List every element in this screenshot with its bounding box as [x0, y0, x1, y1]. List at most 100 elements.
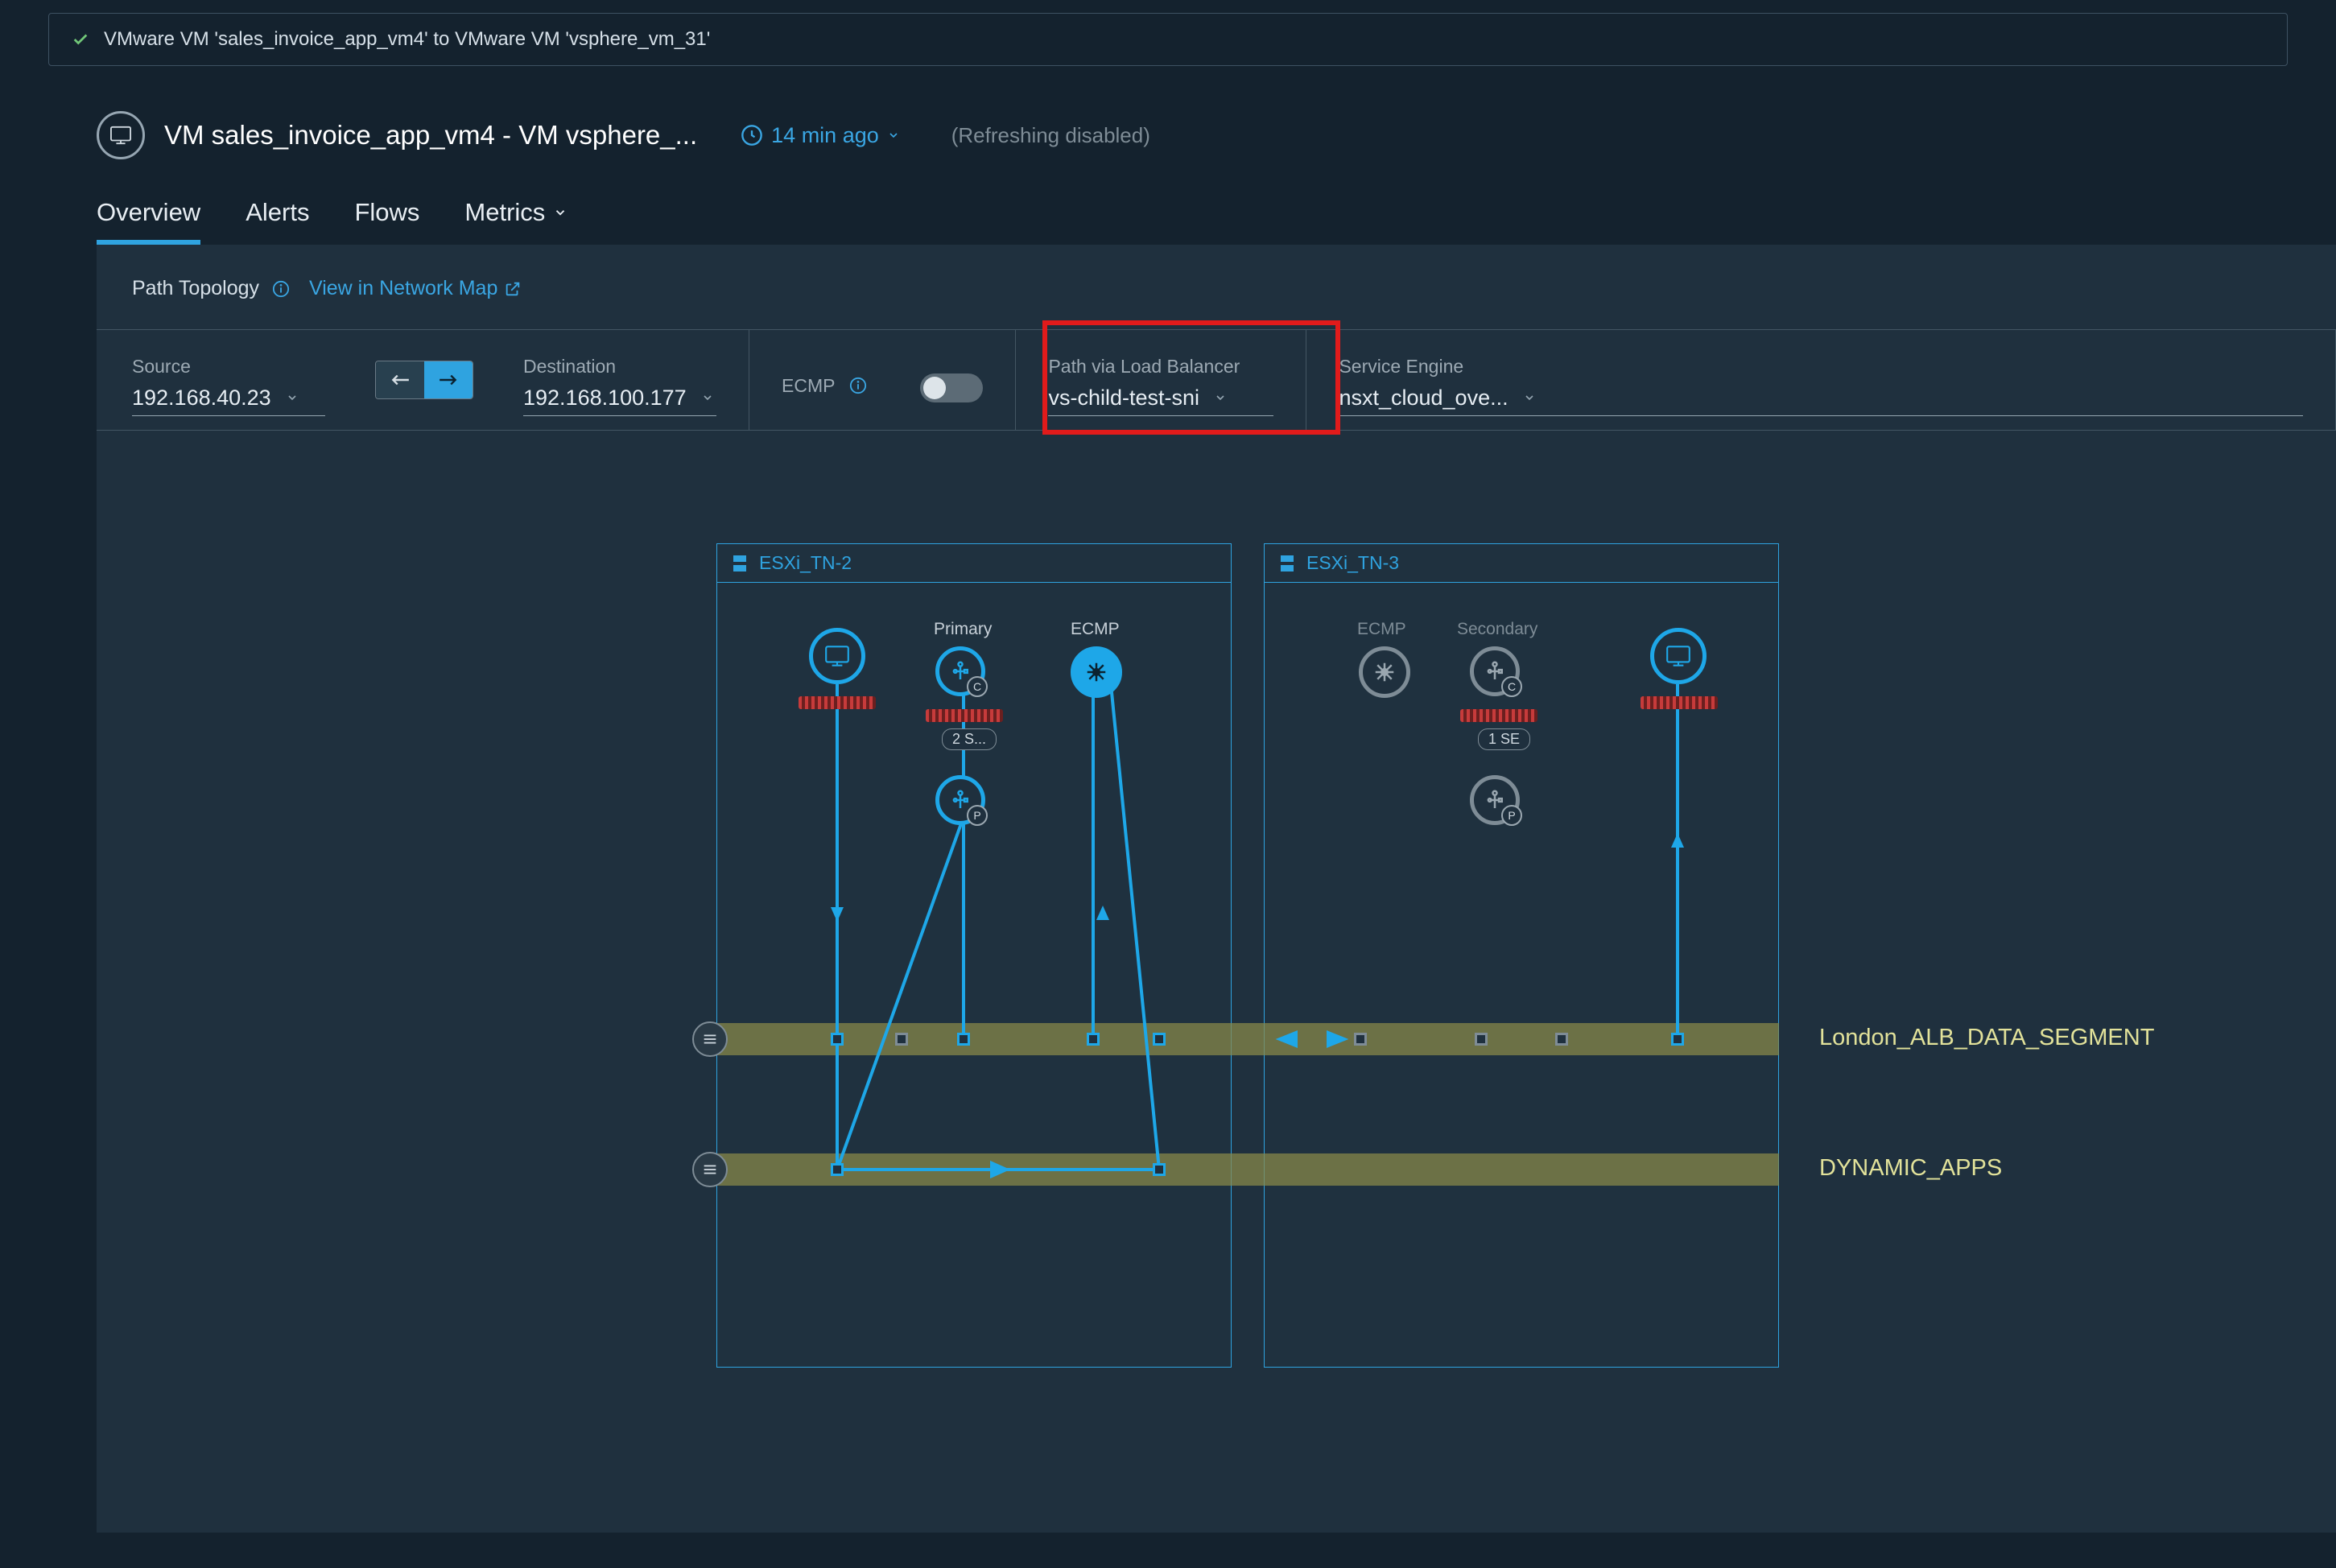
source-vm-node[interactable] — [809, 628, 865, 684]
tab-alerts[interactable]: Alerts — [246, 198, 309, 245]
segment-1-handle[interactable] — [692, 1021, 728, 1057]
vm-icon — [97, 111, 145, 159]
source-dropdown[interactable]: 192.168.40.23 — [132, 382, 325, 416]
server-icon — [732, 554, 748, 573]
conn-point — [1555, 1033, 1568, 1046]
sub-badge-c: C — [967, 676, 988, 697]
arrow-left-icon — [390, 373, 411, 387]
chevron-down-icon — [1214, 391, 1227, 404]
path-via-lb-block: Path via Load Balancer vs-child-test-sni — [1016, 330, 1306, 430]
link-label: View in Network Map — [309, 277, 497, 300]
direction-toggle — [375, 361, 473, 399]
time-ago-dropdown[interactable]: 14 min ago — [741, 123, 900, 148]
source-value: 192.168.40.23 — [132, 386, 271, 411]
ecmp-right-label: ECMP — [1357, 620, 1406, 639]
alert-bar — [1460, 709, 1537, 722]
breadcrumb-text: VMware VM 'sales_invoice_app_vm4' to VMw… — [104, 28, 710, 51]
info-icon[interactable] — [849, 377, 867, 394]
tab-bar: Overview Alerts Flows Metrics — [97, 198, 2336, 245]
external-link-icon — [504, 280, 522, 298]
conn-point — [957, 1033, 970, 1046]
page-title-row: VM sales_invoice_app_vm4 - VM vsphere_..… — [97, 111, 2288, 159]
ecmp-star-icon — [1371, 660, 1398, 684]
tab-metrics-label: Metrics — [464, 198, 545, 227]
ecmp-toggle[interactable] — [920, 373, 983, 402]
direction-right-button[interactable] — [424, 361, 473, 398]
topology-canvas: ESXi_TN-2 ESXi_TN-3 London_ALB_DATA_SEGM… — [97, 543, 2336, 1429]
path-topology-panel: Path Topology View in Network Map Source… — [97, 245, 2336, 1533]
pvlb-dropdown[interactable]: vs-child-test-sni — [1048, 382, 1273, 416]
service-engine-block: Service Engine nsxt_cloud_ove... — [1306, 330, 2336, 430]
alert-bar — [926, 709, 1003, 722]
source-label: Source — [132, 356, 325, 378]
segment-1-label: London_ALB_DATA_SEGMENT — [1819, 1025, 2154, 1051]
destination-label: Destination — [523, 356, 716, 378]
conn-point — [1087, 1033, 1100, 1046]
tab-alerts-label: Alerts — [246, 198, 309, 227]
monitor-icon — [823, 644, 851, 668]
time-ago-text: 14 min ago — [771, 123, 879, 148]
segment-2-handle[interactable] — [692, 1152, 728, 1187]
segment-icon — [701, 1030, 719, 1048]
chevron-down-icon — [1523, 391, 1536, 404]
host-right-header[interactable]: ESXi_TN-3 — [1265, 544, 1778, 583]
conn-point — [1671, 1033, 1684, 1046]
conn-point — [1153, 1033, 1166, 1046]
destination-value: 192.168.100.177 — [523, 386, 687, 411]
se-dropdown[interactable]: nsxt_cloud_ove... — [1339, 382, 2303, 416]
chevron-down-icon — [553, 205, 567, 220]
chevron-down-icon — [286, 391, 299, 404]
sub-badge-p: P — [1501, 805, 1522, 826]
primary-p-node[interactable]: P — [935, 775, 985, 825]
arrow-right-icon — [438, 373, 459, 387]
secondary-p-node[interactable]: P — [1470, 775, 1520, 825]
tab-flows-label: Flows — [354, 198, 419, 227]
tab-overview[interactable]: Overview — [97, 198, 200, 245]
ecmp-label: ECMP — [782, 375, 835, 397]
pvlb-label: Path via Load Balancer — [1048, 356, 1273, 378]
check-icon — [72, 31, 89, 48]
ecmp-left-node[interactable] — [1071, 646, 1122, 698]
sub-badge-p: P — [967, 805, 988, 826]
chip-left[interactable]: 2 S... — [942, 728, 997, 750]
primary-controller-node[interactable]: C — [935, 646, 985, 696]
tab-overview-label: Overview — [97, 198, 200, 227]
secondary-controller-node[interactable]: C — [1470, 646, 1520, 696]
conn-point — [895, 1033, 908, 1046]
chevron-down-icon — [887, 129, 900, 142]
conn-point — [1153, 1163, 1166, 1176]
host-left-label: ESXi_TN-2 — [759, 552, 852, 574]
conn-point — [1354, 1033, 1367, 1046]
refreshing-status: (Refreshing disabled) — [951, 123, 1150, 148]
se-value: nsxt_cloud_ove... — [1339, 386, 1508, 411]
destination-vm-node[interactable] — [1650, 628, 1707, 684]
destination-block: Destination 192.168.100.177 — [491, 330, 749, 430]
direction-left-button[interactable] — [376, 361, 424, 398]
tab-flows[interactable]: Flows — [354, 198, 419, 245]
tab-metrics[interactable]: Metrics — [464, 198, 567, 245]
ecmp-block: ECMP — [749, 330, 1016, 430]
page-title: VM sales_invoice_app_vm4 - VM vsphere_..… — [164, 120, 697, 151]
clock-icon — [741, 124, 763, 146]
conn-point — [1475, 1033, 1488, 1046]
chevron-down-icon — [701, 391, 714, 404]
info-icon[interactable] — [272, 280, 290, 298]
panel-header: Path Topology View in Network Map — [97, 277, 2336, 329]
source-block: Source 192.168.40.23 — [97, 330, 357, 430]
ecmp-right-node[interactable] — [1359, 646, 1410, 698]
view-in-network-map-link[interactable]: View in Network Map — [309, 277, 522, 300]
alert-bar — [1641, 696, 1718, 709]
primary-label: Primary — [934, 620, 992, 639]
segment-icon — [701, 1161, 719, 1178]
segment-2-label: DYNAMIC_APPS — [1819, 1155, 2002, 1182]
conn-point — [831, 1033, 844, 1046]
breadcrumb: VMware VM 'sales_invoice_app_vm4' to VMw… — [48, 13, 2288, 66]
host-left-header[interactable]: ESXi_TN-2 — [717, 544, 1231, 583]
server-icon — [1279, 554, 1295, 573]
se-label: Service Engine — [1339, 356, 2303, 378]
secondary-label: Secondary — [1457, 620, 1537, 639]
chip-right[interactable]: 1 SE — [1478, 728, 1530, 750]
panel-title: Path Topology — [132, 277, 259, 300]
destination-dropdown[interactable]: 192.168.100.177 — [523, 382, 716, 416]
pvlb-value: vs-child-test-sni — [1048, 386, 1199, 411]
